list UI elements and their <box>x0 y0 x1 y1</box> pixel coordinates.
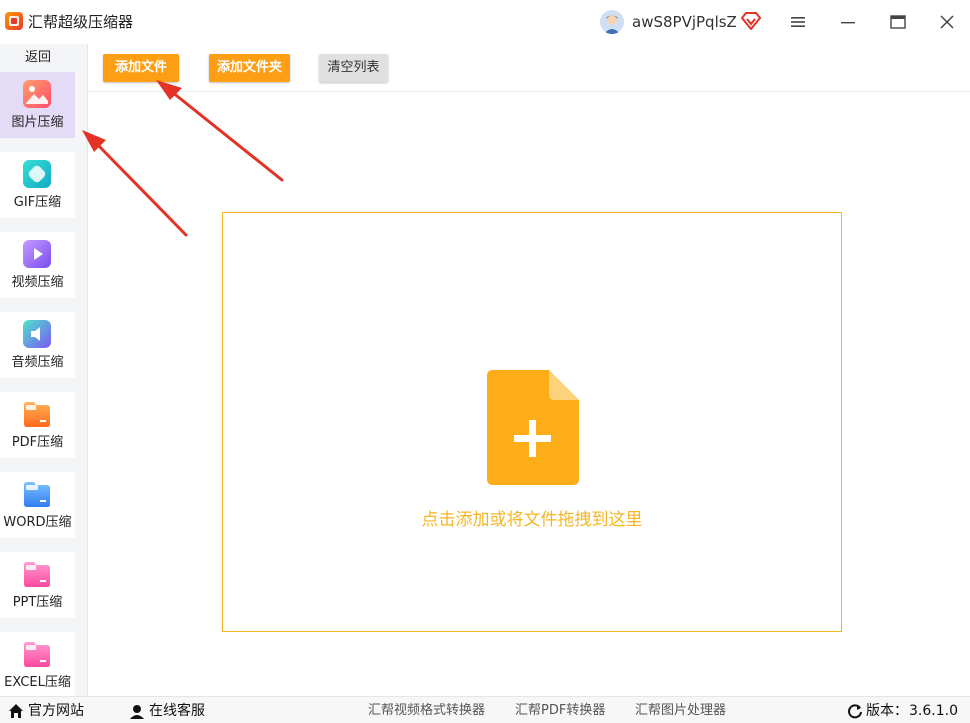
app-window: 汇帮超级压缩器 awS8PVjPqlsZ 返回 图片压缩 GIF压缩 视频压缩 … <box>0 0 970 723</box>
footer-link-pdf-converter[interactable]: 汇帮PDF转换器 <box>515 701 605 721</box>
home-icon <box>8 703 24 719</box>
play-icon <box>22 239 52 269</box>
word-folder-icon <box>22 479 52 509</box>
image-icon <box>22 79 52 109</box>
app-logo-icon <box>5 12 23 30</box>
official-site-link[interactable]: 官方网站 <box>28 701 84 721</box>
sidebar-item-audio-compress[interactable]: 音频压缩 <box>0 312 75 378</box>
sidebar-item-label: EXCEL压缩 <box>4 675 71 690</box>
sidebar-item-image-compress[interactable]: 图片压缩 <box>0 72 75 138</box>
clear-list-button[interactable]: 清空列表 <box>319 54 388 82</box>
refresh-icon[interactable] <box>847 703 863 719</box>
footer-link-image-processor[interactable]: 汇帮图片处理器 <box>635 701 726 721</box>
username[interactable]: awS8PVjPqlsZ <box>632 12 737 32</box>
online-support-link[interactable]: 在线客服 <box>149 701 205 721</box>
toolbar-divider <box>88 91 970 92</box>
add-folder-button[interactable]: 添加文件夹 <box>209 54 290 82</box>
minimize-icon <box>841 22 855 24</box>
sidebar-item-label: WORD压缩 <box>3 515 72 530</box>
support-agent-icon <box>129 703 145 719</box>
version-value: 3.6.1.0 <box>909 703 958 719</box>
sidebar: 返回 图片压缩 GIF压缩 视频压缩 音频压缩 PDF压缩 WORD压缩 PPT… <box>0 44 88 698</box>
file-drop-zone[interactable]: 点击添加或将文件拖拽到这里 <box>222 212 842 632</box>
sidebar-item-label: PPT压缩 <box>12 595 63 610</box>
sidebar-item-excel-compress[interactable]: EXCEL压缩 <box>0 632 75 698</box>
footer-link-video-converter[interactable]: 汇帮视频格式转换器 <box>368 701 485 721</box>
vip-diamond-icon[interactable] <box>740 12 762 31</box>
title-bar: 汇帮超级压缩器 awS8PVjPqlsZ <box>0 0 970 44</box>
version-label: 版本： <box>866 703 908 719</box>
close-button[interactable] <box>932 8 962 36</box>
add-file-icon <box>487 370 579 485</box>
pdf-folder-icon <box>22 399 52 429</box>
sidebar-item-word-compress[interactable]: WORD压缩 <box>0 472 75 538</box>
sidebar-item-gif-compress[interactable]: GIF压缩 <box>0 152 75 218</box>
ppt-folder-icon <box>22 559 52 589</box>
sidebar-item-pdf-compress[interactable]: PDF压缩 <box>0 392 75 458</box>
maximize-icon <box>890 15 906 29</box>
app-title: 汇帮超级压缩器 <box>28 13 134 31</box>
add-file-button[interactable]: 添加文件 <box>103 54 179 82</box>
sidebar-item-label: GIF压缩 <box>13 195 62 210</box>
sidebar-item-label: 图片压缩 <box>11 115 64 130</box>
sidebar-item-label: 音频压缩 <box>11 355 64 370</box>
speaker-icon <box>22 319 52 349</box>
menu-icon <box>791 17 805 27</box>
back-link[interactable]: 返回 <box>0 46 76 70</box>
sidebar-item-label: PDF压缩 <box>11 435 64 450</box>
close-icon <box>940 15 954 29</box>
drop-hint-text: 点击添加或将文件拖拽到这里 <box>421 510 643 530</box>
maximize-button[interactable] <box>883 8 913 36</box>
minimize-button[interactable] <box>833 8 863 36</box>
user-avatar[interactable] <box>600 10 624 34</box>
annotation-arrow-add-file <box>156 80 284 182</box>
sidebar-item-label: 视频压缩 <box>11 275 64 290</box>
sidebar-item-ppt-compress[interactable]: PPT压缩 <box>0 552 75 618</box>
excel-folder-icon <box>22 639 52 669</box>
gif-icon <box>22 159 52 189</box>
footer-bar: 官方网站 在线客服 汇帮视频格式转换器 汇帮PDF转换器 汇帮图片处理器 版本：… <box>0 696 970 723</box>
annotation-arrow-image-compress <box>82 130 188 237</box>
menu-button[interactable] <box>783 8 813 36</box>
sidebar-item-video-compress[interactable]: 视频压缩 <box>0 232 75 298</box>
